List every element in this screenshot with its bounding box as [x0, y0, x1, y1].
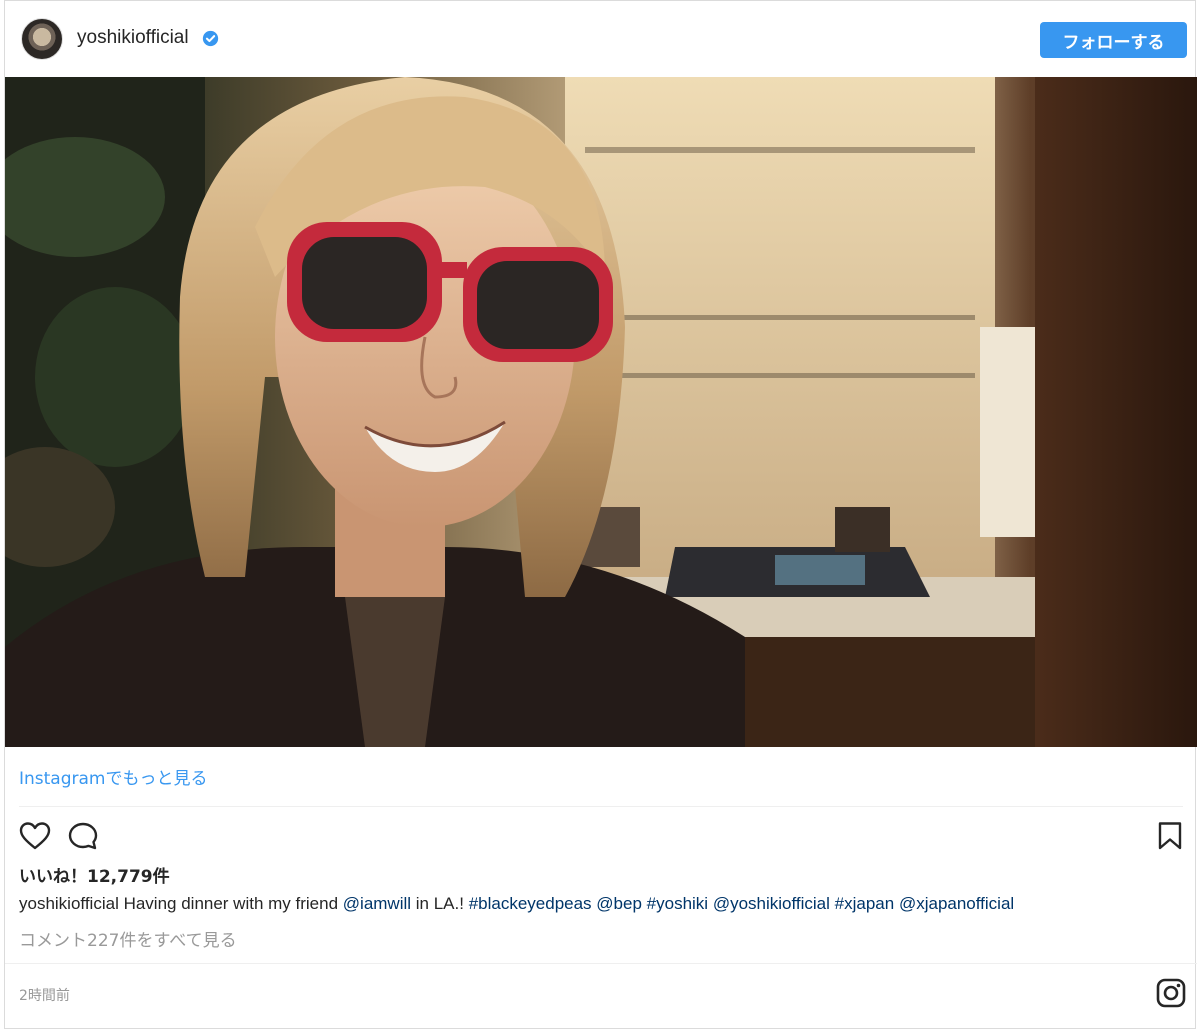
caption-text: Having dinner with my friend	[118, 894, 343, 913]
post-caption: yoshikiofficial Having dinner with my fr…	[19, 894, 1014, 914]
heart-icon[interactable]	[19, 821, 51, 851]
post-photo[interactable]	[5, 77, 1197, 747]
caption-username[interactable]: yoshikiofficial	[19, 894, 119, 913]
verified-badge-icon	[202, 30, 219, 47]
instagram-icon[interactable]	[1155, 977, 1187, 1009]
avatar[interactable]	[21, 18, 63, 60]
hashtag-link[interactable]: #blackeyedpeas	[469, 894, 592, 913]
post-timestamp[interactable]: 2時間前	[19, 985, 70, 1005]
hashtag-link[interactable]: #yoshiki	[647, 894, 708, 913]
mention-link[interactable]: @yoshikiofficial	[713, 894, 830, 913]
mention-link[interactable]: @xjapanofficial	[899, 894, 1014, 913]
mention-link[interactable]: @iamwill	[343, 894, 411, 913]
instagram-embed-card: yoshikiofficial フォローする Instagramでもっと見る い…	[4, 0, 1197, 1029]
post-header: yoshikiofficial フォローする	[5, 1, 1197, 77]
divider	[19, 806, 1183, 807]
photo-illustration	[5, 77, 1197, 747]
bookmark-icon[interactable]	[1157, 821, 1183, 851]
like-count: いいね！12,779件	[19, 867, 170, 887]
view-all-comments-link[interactable]: コメント227件をすべて見る	[19, 926, 237, 951]
follow-button[interactable]: フォローする	[1040, 22, 1187, 58]
view-more-on-instagram-link[interactable]: Instagramでもっと見る	[19, 764, 208, 789]
comment-icon[interactable]	[67, 821, 99, 851]
divider	[5, 963, 1197, 964]
caption-text: in LA.!	[411, 894, 469, 913]
mention-link[interactable]: @bep	[596, 894, 642, 913]
hashtag-link[interactable]: #xjapan	[835, 894, 895, 913]
header-username[interactable]: yoshikiofficial	[77, 27, 189, 49]
